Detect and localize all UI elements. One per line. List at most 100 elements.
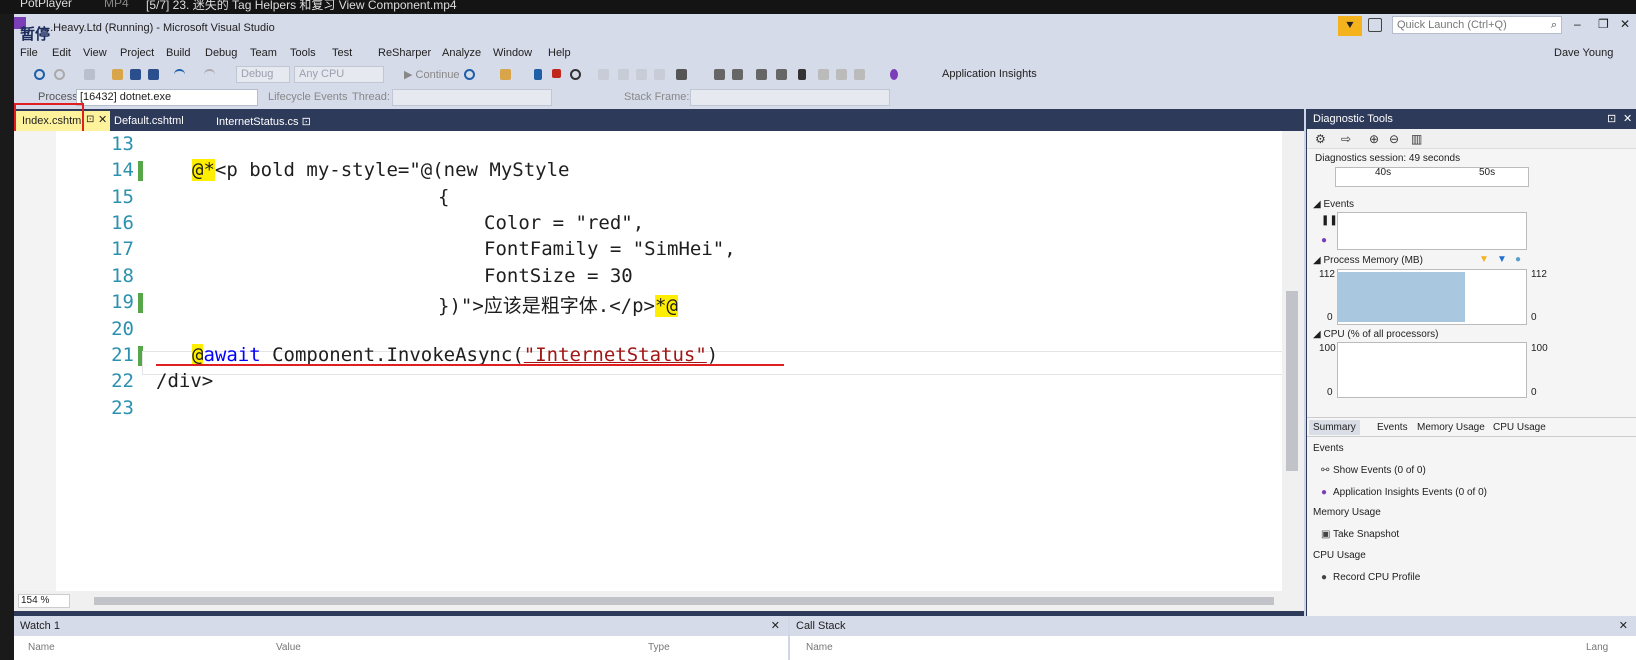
undo-icon[interactable] (174, 69, 185, 80)
cpu-graph[interactable] (1337, 342, 1527, 398)
refresh-icon[interactable] (464, 69, 475, 80)
process-dropdown[interactable]: [16432] dotnet.exe (76, 89, 258, 106)
stop-debugging-icon[interactable] (552, 69, 561, 78)
tab-cpu-usage[interactable]: CPU Usage (1493, 422, 1546, 433)
vertical-scroll-thumb[interactable] (1286, 291, 1298, 471)
take-snapshot-button[interactable]: ▣ Take Snapshot (1321, 529, 1399, 540)
step-over-icon[interactable] (636, 69, 647, 80)
menu-project[interactable]: Project (120, 47, 154, 59)
menu-team[interactable]: Team (250, 47, 277, 59)
step-into-icon[interactable] (618, 69, 629, 80)
clear-bookmarks-icon[interactable] (854, 69, 865, 80)
menu-tools[interactable]: Tools (290, 47, 316, 59)
export-icon[interactable]: ⇨ (1341, 132, 1355, 146)
quick-launch-placeholder: Quick Launch (Ctrl+Q) (1397, 19, 1507, 31)
camera-icon: ▣ (1321, 529, 1331, 540)
restore-button[interactable]: ❐ (1598, 17, 1609, 31)
menu-build[interactable]: Build (166, 47, 190, 59)
tab-summary[interactable]: Summary (1309, 420, 1360, 435)
zoom-dropdown[interactable]: 154 % (18, 594, 70, 608)
next-bookmark-icon[interactable] (836, 69, 847, 80)
pin-icon[interactable]: ⊡ (302, 116, 311, 128)
events-graph[interactable] (1337, 212, 1527, 250)
code-editor[interactable]: 13 14 15 16 17 18 19 20 21 22 23 @*<p bo… (14, 131, 1304, 591)
player-label: PotPlayer (20, 0, 73, 10)
hex-display-icon[interactable] (676, 69, 687, 80)
visual-studio-window: ...Heavy.Ltd (Running) - Microsoft Visua… (14, 14, 1636, 660)
redo-icon[interactable] (204, 69, 215, 80)
tab-default-cshtml[interactable]: Default.cshtml (108, 111, 190, 131)
show-events-link[interactable]: ⚯ Show Events (0 of 0) (1321, 465, 1426, 476)
settings-gear-icon[interactable]: ⚙ (1315, 132, 1329, 146)
application-insights-button[interactable]: Application Insights (942, 68, 1037, 80)
horizontal-scrollbar[interactable] (94, 597, 1274, 605)
continue-button[interactable]: ▶ Continue (404, 68, 460, 81)
menu-window[interactable]: Window (493, 47, 532, 59)
solution-config-dropdown[interactable]: Debug (236, 66, 290, 83)
ai-events-link[interactable]: ● Application Insights Events (0 of 0) (1321, 487, 1487, 498)
pin-icon[interactable]: ⊡ (1607, 112, 1616, 125)
menu-analyze[interactable]: Analyze (442, 47, 481, 59)
toggle-block-icon[interactable] (714, 69, 725, 80)
menu-resharper[interactable]: ReSharper (378, 47, 431, 59)
diagnostic-tabs: Summary Events Memory Usage CPU Usage (1307, 417, 1636, 437)
reset-view-icon[interactable]: ▥ (1411, 132, 1425, 146)
columns-icon[interactable] (732, 69, 743, 80)
prev-bookmark-icon[interactable] (818, 69, 829, 80)
user-name[interactable]: Dave Young (1554, 47, 1613, 59)
menu-test[interactable]: Test (332, 47, 352, 59)
close-icon[interactable]: ✕ (1623, 112, 1632, 125)
back-icon[interactable] (34, 69, 45, 80)
save-all-icon[interactable] (148, 69, 159, 80)
comment-icon[interactable] (756, 69, 767, 80)
tab-events[interactable]: Events (1377, 422, 1408, 433)
tab-internetstatus-cs[interactable]: InternetStatus.cs ⊡ (210, 111, 317, 131)
lifecycle-events-dropdown[interactable]: Lifecycle Events (268, 91, 347, 103)
close-icon[interactable]: ✕ (771, 619, 780, 632)
keyword-await: await (203, 344, 261, 366)
forward-icon[interactable] (54, 69, 65, 80)
record-cpu-profile-button[interactable]: ● Record CPU Profile (1321, 572, 1420, 583)
close-icon[interactable]: ✕ (1619, 619, 1628, 632)
menu-edit[interactable]: Edit (52, 47, 71, 59)
menu-file[interactable]: File (20, 47, 38, 59)
menu-help[interactable]: Help (548, 47, 571, 59)
column-value[interactable]: Value (276, 642, 301, 653)
new-project-icon[interactable] (84, 69, 95, 80)
zoom-out-icon[interactable]: ⊖ (1389, 132, 1403, 146)
zoom-in-icon[interactable]: ⊕ (1369, 132, 1383, 146)
save-icon[interactable] (130, 69, 141, 80)
pin-icon[interactable]: ⊡ (86, 114, 94, 125)
panel-title: Diagnostic Tools (1313, 113, 1393, 125)
column-headers: Name Value Type (14, 636, 788, 660)
uncomment-icon[interactable] (776, 69, 787, 80)
tab-memory-usage[interactable]: Memory Usage (1417, 422, 1485, 433)
close-tab-icon[interactable]: ✕ (98, 113, 107, 126)
section-events: Events (1313, 443, 1344, 454)
restart-icon[interactable] (570, 69, 581, 80)
session-duration: Diagnostics session: 49 seconds (1315, 153, 1461, 164)
events-label: Events (1323, 199, 1355, 210)
minimize-button[interactable]: – (1574, 17, 1581, 31)
break-all-icon[interactable] (534, 69, 542, 80)
column-name[interactable]: Name (806, 642, 833, 653)
step-out-icon[interactable] (654, 69, 665, 80)
close-button[interactable]: ✕ (1620, 17, 1630, 31)
browser-link-icon[interactable] (500, 69, 511, 80)
change-marker (138, 161, 143, 181)
menu-view[interactable]: View (83, 47, 107, 59)
column-type[interactable]: Type (648, 642, 670, 653)
notification-filter-icon[interactable]: ⯆ (1338, 16, 1362, 36)
open-file-icon[interactable] (112, 69, 123, 80)
quick-launch-input[interactable]: Quick Launch (Ctrl+Q) ⌕ (1392, 16, 1562, 34)
menu-debug[interactable]: Debug (205, 47, 237, 59)
solution-platform-dropdown[interactable]: Any CPU (294, 66, 384, 83)
thread-dropdown[interactable] (392, 89, 552, 106)
column-language[interactable]: Lang (1586, 642, 1608, 653)
stack-frame-dropdown[interactable] (690, 89, 890, 106)
column-name[interactable]: Name (28, 642, 55, 653)
feedback-icon[interactable] (1368, 18, 1382, 32)
bookmark-icon[interactable] (798, 69, 806, 80)
timeline-ruler[interactable] (1335, 167, 1529, 187)
show-next-statement-icon[interactable] (598, 69, 609, 80)
